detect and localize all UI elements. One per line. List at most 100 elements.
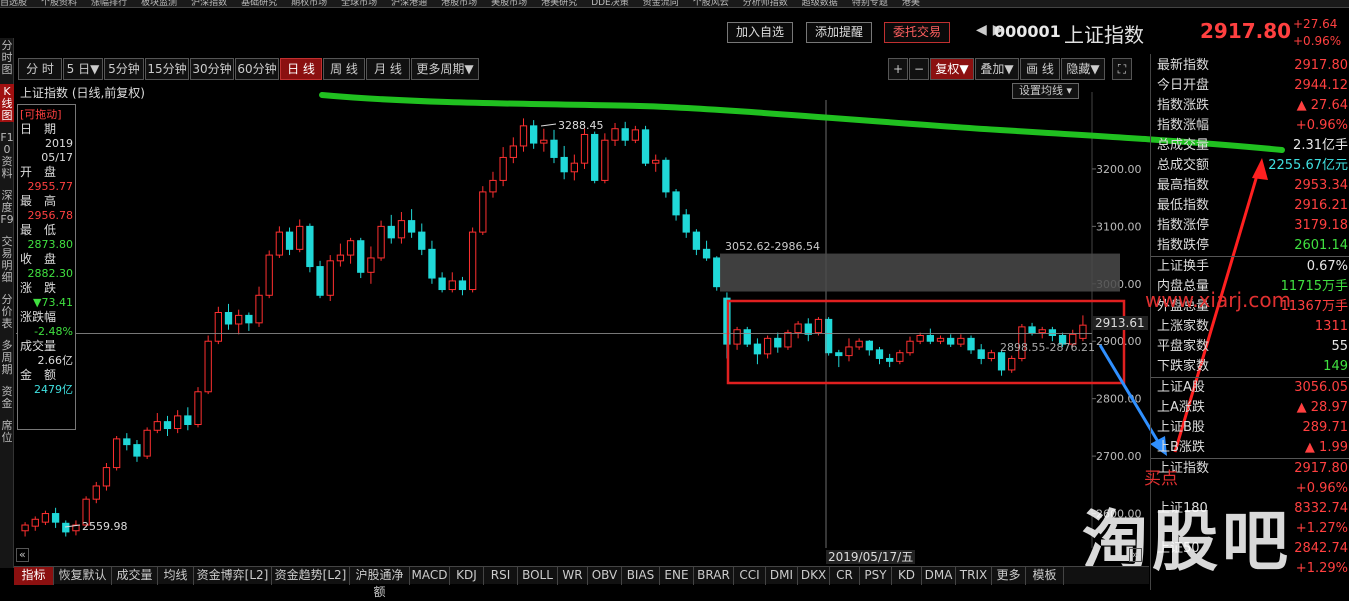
quote-key: 上B涨跌	[1157, 440, 1205, 455]
indicator-tab[interactable]: 恢复默认	[54, 567, 112, 585]
candle-body	[692, 231, 701, 250]
candle-body	[153, 421, 161, 431]
candle	[550, 129, 558, 164]
candle	[947, 334, 955, 347]
candle	[367, 246, 375, 284]
indicator-tab[interactable]: 沪股通净额	[350, 567, 410, 599]
scroll-left-icon[interactable]: «	[16, 548, 29, 562]
candle-body	[479, 191, 487, 233]
candle	[601, 133, 609, 184]
indicator-tab[interactable]: CR	[830, 567, 860, 585]
quote-row: 今日开盘 2944.12	[1157, 76, 1348, 96]
indicator-tab[interactable]: KDJ	[450, 567, 484, 585]
quote-value: 8332.74	[1294, 501, 1348, 516]
candle	[306, 223, 314, 273]
indicator-tab[interactable]: CCI	[734, 567, 766, 585]
candle-body	[550, 139, 558, 158]
candle-body	[133, 444, 141, 457]
candle-body	[702, 248, 711, 259]
annotation-low: 2559.98	[82, 520, 128, 533]
candle-body	[357, 240, 365, 273]
candle	[387, 214, 395, 244]
indicator-tab[interactable]: BIAS	[622, 567, 660, 585]
quote-row: 总成交额 2255.67亿元	[1157, 156, 1348, 176]
candle	[407, 209, 416, 238]
indicator-tab[interactable]: 更多	[992, 567, 1026, 585]
candle	[835, 349, 843, 368]
candle-body	[672, 191, 680, 216]
indicator-tab[interactable]: MACD	[410, 567, 450, 585]
indicator-tab[interactable]: 资金博弈[L2]	[194, 567, 272, 585]
candle	[906, 336, 914, 356]
indicator-tab[interactable]: 资金趋势[L2]	[272, 567, 350, 585]
indicator-tab[interactable]: BOLL	[518, 567, 558, 585]
candle	[51, 507, 60, 528]
indicator-tab[interactable]: 指标	[14, 567, 54, 585]
quote-value: 2917.80	[1294, 58, 1348, 73]
indicator-tab[interactable]: DMI	[766, 567, 798, 585]
candle-body	[51, 513, 60, 523]
candle	[458, 276, 467, 296]
candle-body	[448, 280, 456, 291]
quote-row: 最低指数 2916.21	[1157, 196, 1348, 216]
quote-value: ▲ 1.99	[1304, 440, 1348, 455]
quote-value: 289.71	[1302, 420, 1349, 435]
candle	[682, 209, 690, 238]
info-high-label: 最 高	[20, 194, 57, 208]
info-chg-label: 涨 跌	[20, 281, 57, 295]
indicator-tab[interactable]: BRAR	[694, 567, 734, 585]
quote-key: 下跌家数	[1157, 359, 1210, 374]
indicator-tab[interactable]: KD	[892, 567, 922, 585]
indicator-tab[interactable]: OBV	[588, 567, 622, 585]
quote-key: 上证B股	[1157, 420, 1205, 435]
candle-body	[1008, 357, 1016, 371]
indicator-tab[interactable]: 均线	[158, 567, 194, 585]
quote-key: 总成交量	[1157, 138, 1210, 153]
candle	[357, 237, 365, 279]
candle	[814, 317, 823, 336]
candle	[499, 147, 507, 187]
candle-body	[733, 329, 741, 345]
indicator-tab[interactable]: WR	[558, 567, 588, 585]
info-chg: ▼73.41	[33, 296, 73, 309]
candle	[1038, 326, 1046, 339]
candle	[865, 340, 873, 356]
candle	[397, 212, 406, 244]
candle	[845, 338, 853, 362]
candle-body	[458, 280, 467, 291]
candle	[31, 516, 39, 531]
candle-body	[62, 522, 70, 533]
candle-body	[316, 266, 324, 296]
indicator-tab[interactable]: ENE	[660, 567, 694, 585]
candle	[438, 272, 446, 293]
quote-key: 上A涨跌	[1157, 400, 1205, 415]
quote-row: 指数跌停 2601.14	[1157, 236, 1348, 256]
candle-body	[814, 318, 823, 334]
quote-row: 上涨家数 1311	[1157, 317, 1348, 337]
indicator-tab[interactable]: DKX	[798, 567, 830, 585]
buy-point-label: 买点	[1144, 469, 1178, 489]
ma-setting-button[interactable]: 设置均线 ▾	[1012, 83, 1080, 99]
candle-body	[438, 277, 446, 291]
scroll-right-icon[interactable]: »	[1129, 548, 1142, 562]
indicator-tab[interactable]: DMA	[922, 567, 956, 585]
candle	[967, 335, 975, 354]
cursor-info-box[interactable]: [可拖动] 日 期 2019 05/17 开 盘 2955.77 最 高 295…	[17, 104, 76, 430]
quote-row: 上证B股 289.71	[1157, 418, 1348, 438]
candle	[489, 171, 497, 198]
candle-body	[947, 337, 955, 345]
candle	[519, 118, 528, 152]
indicator-tab[interactable]: 成交量	[112, 567, 158, 585]
indicator-tab[interactable]: 模板	[1026, 567, 1064, 585]
y-tick-label: 2700.00	[1096, 450, 1142, 463]
candle	[672, 189, 680, 221]
indicator-tab[interactable]: RSI	[484, 567, 518, 585]
info-open-label: 开 盘	[20, 165, 57, 179]
info-open: 2955.77	[27, 180, 74, 193]
indicator-tab[interactable]: TRIX	[956, 567, 992, 585]
candle-body	[275, 231, 284, 256]
quote-value: 2.31亿手	[1293, 138, 1348, 153]
indicator-tab[interactable]: PSY	[860, 567, 892, 585]
quote-key: 总成交额	[1157, 158, 1210, 173]
candle-body	[540, 139, 548, 144]
